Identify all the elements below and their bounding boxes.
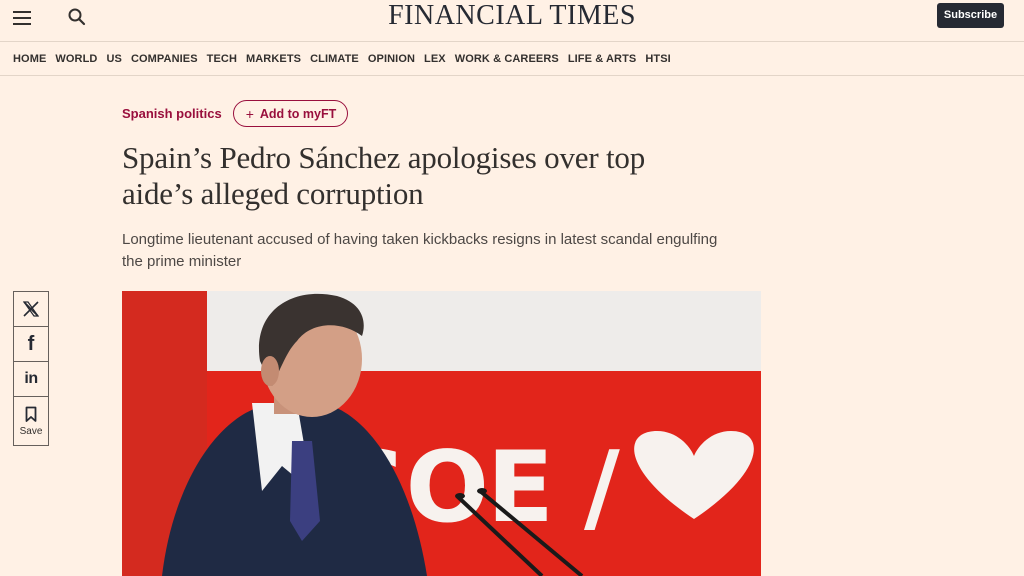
save-label: Save <box>19 425 43 437</box>
article-standfirst: Longtime lieutenant accused of having ta… <box>122 231 718 270</box>
nav-item-companies[interactable]: COMPANIES <box>131 53 198 65</box>
plus-icon: + <box>245 105 254 122</box>
nav-item-home[interactable]: HOME <box>13 53 46 65</box>
nav-item-markets[interactable]: MARKETS <box>246 53 301 65</box>
share-facebook-button[interactable]: f <box>13 326 49 362</box>
main-navigation: HOME WORLD US COMPANIES TECH MARKETS CLI… <box>0 42 1024 76</box>
add-to-myft-button[interactable]: + Add to myFT <box>232 100 349 127</box>
nav-item-lex[interactable]: LEX <box>424 53 446 65</box>
article-headline: Spain’s Pedro Sánchez apologises over to… <box>122 140 646 211</box>
add-to-myft-label: Add to myFT <box>259 106 337 121</box>
share-x-button[interactable] <box>13 291 49 327</box>
share-linkedin-button[interactable]: in <box>13 361 49 397</box>
save-article-button[interactable]: Save <box>13 396 49 446</box>
facebook-icon: f <box>27 332 35 355</box>
top-bar: FINANCIAL TIMES Subscribe <box>0 0 1024 42</box>
nav-item-opinion[interactable]: OPINION <box>368 53 415 65</box>
topic-row: Spanish politics + Add to myFT <box>122 100 349 127</box>
bookmark-icon <box>25 406 37 422</box>
search-icon[interactable] <box>67 7 87 27</box>
masthead-logo[interactable]: FINANCIAL TIMES <box>388 0 636 31</box>
nav-item-climate[interactable]: CLIMATE <box>310 53 359 65</box>
nav-item-work-careers[interactable]: WORK & CAREERS <box>455 53 559 65</box>
nav-item-tech[interactable]: TECH <box>207 53 237 65</box>
nav-item-world[interactable]: WORLD <box>55 53 97 65</box>
linkedin-icon: in <box>24 370 38 387</box>
nav-item-htsi[interactable]: HTSI <box>645 53 670 65</box>
topic-link[interactable]: Spanish politics <box>122 106 222 121</box>
nav-item-life-arts[interactable]: LIFE & ARTS <box>568 53 637 65</box>
article-photo: SOE / <box>122 291 761 576</box>
nav-item-us[interactable]: US <box>106 53 121 65</box>
x-icon <box>22 301 40 317</box>
hamburger-menu-icon[interactable] <box>13 8 33 28</box>
share-bar: f in Save <box>13 291 49 446</box>
subscribe-button[interactable]: Subscribe <box>937 3 1004 28</box>
